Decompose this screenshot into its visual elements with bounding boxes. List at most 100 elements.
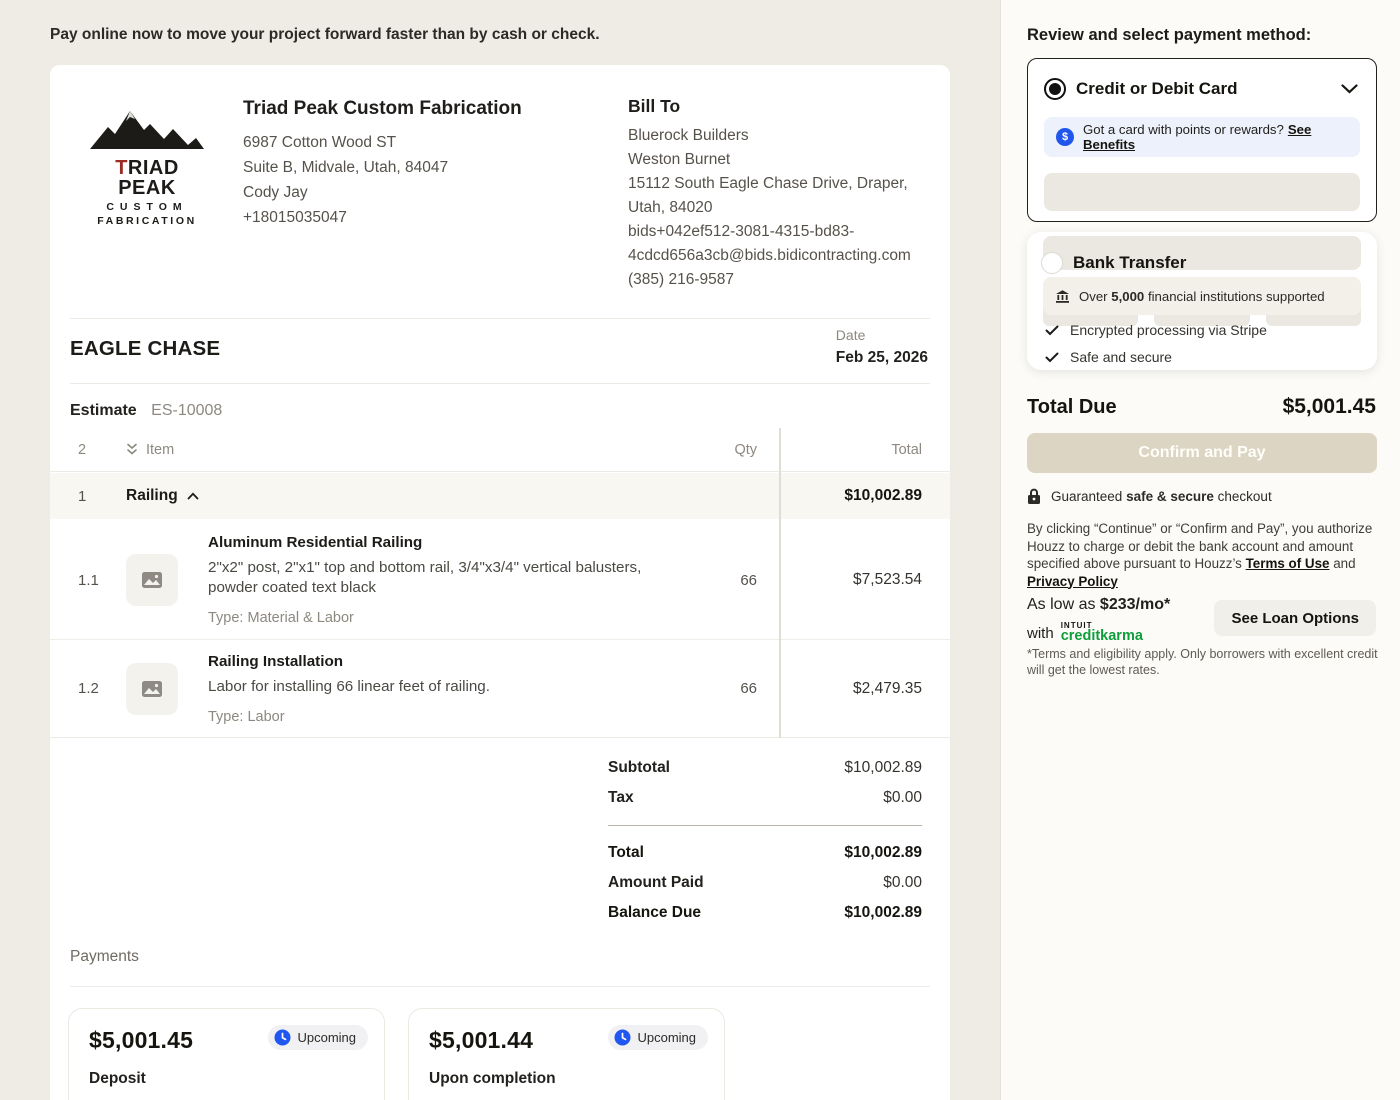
expand-all-icon[interactable]	[126, 443, 138, 456]
loan-brand-line: with INTUIT creditkarma	[1027, 620, 1143, 642]
bill-to-email: bids+042ef512-3081-4315-bd83-4cdcd656a3c…	[628, 220, 933, 268]
see-loan-options-button[interactable]: See Loan Options	[1214, 600, 1376, 636]
card-input-skeleton	[1044, 173, 1360, 211]
group-name: Railing	[126, 487, 178, 505]
item-type: Type: Material & Labor	[208, 610, 677, 626]
table-column-divider	[779, 428, 781, 738]
items-table-header: 2 Item Qty Total	[50, 428, 950, 472]
totals-divider	[608, 825, 922, 826]
bill-to-address: 15112 South Eagle Chase Drive, Draper, U…	[628, 172, 933, 220]
amount-paid-value: $0.00	[883, 874, 922, 892]
sidebar-heading: Review and select payment method:	[1027, 26, 1311, 45]
bank-transfer-label: Bank Transfer	[1073, 253, 1186, 273]
bank-info-banner: Over 5,000 financial institutions suppor…	[1043, 277, 1361, 315]
payment-card-deposit: $5,001.45 Upcoming Deposit	[68, 1008, 385, 1100]
estimate-number: ES-10008	[151, 402, 222, 419]
image-placeholder-icon	[141, 571, 163, 589]
company-info: Triad Peak Custom Fabrication 6987 Cotto…	[243, 98, 563, 230]
project-title: EAGLE CHASE	[70, 337, 220, 361]
lock-icon	[1027, 488, 1041, 505]
item-total: $2,479.35	[757, 680, 922, 698]
estimate-label: Estimate	[70, 402, 137, 419]
balance-due-label: Balance Due	[608, 904, 701, 922]
clock-icon	[614, 1029, 631, 1046]
privacy-policy-link[interactable]: Privacy Policy	[1027, 574, 1118, 589]
item-thumbnail	[126, 554, 178, 606]
checkmark-icon	[1045, 325, 1059, 336]
logo-subtitle-custom: CUSTOM	[85, 201, 209, 213]
item-qty: 66	[677, 572, 757, 589]
loan-offer-line: As low as $233/mo*	[1027, 596, 1170, 614]
item-description: 2"x2" post, 2"x1" top and bottom rail, 3…	[208, 558, 677, 598]
table-row: 1.1 Aluminum Residential Railing 2"x2" p…	[50, 521, 950, 640]
date-value: Feb 25, 2026	[836, 349, 928, 367]
company-phone: +18015035047	[243, 205, 563, 230]
total-due-label: Total Due	[1027, 396, 1117, 419]
confirm-and-pay-button[interactable]: Confirm and Pay	[1027, 433, 1377, 473]
bill-to-phone: (385) 216-9587	[628, 268, 933, 292]
status-badge: Upcoming	[268, 1025, 368, 1050]
tax-label: Tax	[608, 789, 634, 807]
invoice-date: Date Feb 25, 2026	[836, 327, 928, 367]
rewards-promo-banner: $ Got a card with points or rewards?See …	[1044, 117, 1360, 157]
bill-to-company: Bluerock Builders	[628, 124, 933, 148]
col-total-label: Total	[757, 442, 922, 458]
loan-amount: $233/mo*	[1100, 596, 1170, 613]
chevron-up-icon[interactable]	[187, 492, 199, 500]
status-text: Upcoming	[297, 1030, 356, 1045]
group-total: $10,002.89	[757, 487, 922, 505]
item-title: Railing Installation	[208, 653, 677, 670]
image-placeholder-icon	[141, 680, 163, 698]
date-label: Date	[836, 327, 928, 343]
item-title: Aluminum Residential Railing	[208, 534, 677, 551]
divider	[70, 318, 930, 319]
check-item-secure: Safe and secure	[1045, 349, 1172, 365]
subtotal-label: Subtotal	[608, 759, 670, 777]
payment-sidebar: Review and select payment method: Credit…	[1000, 0, 1400, 1100]
logo-wordmark: TRIAD PEAK	[85, 158, 209, 198]
item-total: $7,523.54	[757, 571, 922, 589]
payment-card-completion: $5,001.44 Upcoming Upon completion	[408, 1008, 725, 1100]
tax-value: $0.00	[883, 789, 922, 807]
company-logo: TRIAD PEAK CUSTOM FABRICATION	[85, 103, 209, 227]
status-text: Upcoming	[637, 1030, 696, 1045]
bill-to-name: Weston Burnet	[628, 148, 933, 172]
radio-bank-transfer[interactable]	[1041, 252, 1063, 274]
mountain-logo-icon	[88, 103, 206, 151]
bank-info-prefix: Over	[1079, 289, 1108, 304]
payment-label: Deposit	[89, 1070, 368, 1088]
payment-method-card-bank[interactable]: Bank Transfer Over 5,000 financial insti…	[1027, 232, 1377, 370]
invoice-totals: Subtotal$10,002.89 Tax$0.00 Total$10,002…	[608, 753, 922, 928]
payment-method-card-credit[interactable]: Credit or Debit Card $ Got a card with p…	[1027, 58, 1377, 222]
terms-of-use-link[interactable]: Terms of Use	[1246, 556, 1330, 571]
total-label: Total	[608, 844, 644, 862]
col-item-label: Item	[146, 442, 174, 458]
creditkarma-logo: INTUIT creditkarma	[1061, 620, 1143, 642]
credit-card-label: Credit or Debit Card	[1076, 79, 1238, 99]
company-address-line2: Suite B, Midvale, Utah, 84047	[243, 155, 563, 180]
bill-to-heading: Bill To	[628, 96, 933, 117]
radio-credit-card-selected[interactable]	[1044, 78, 1066, 100]
legal-text: By clicking “Continue” or “Confirm and P…	[1027, 520, 1379, 590]
bank-info-suffix: financial institutions supported	[1148, 289, 1325, 304]
item-qty: 66	[677, 680, 757, 697]
dollar-badge-icon: $	[1056, 128, 1074, 146]
col-qty-label: Qty	[677, 442, 757, 458]
bill-to-section: Bill To Bluerock Builders Weston Burnet …	[628, 96, 933, 292]
item-description: Labor for installing 66 linear feet of r…	[208, 677, 677, 697]
item-group-row[interactable]: 1 Railing $10,002.89	[50, 473, 950, 519]
promo-text: Got a card with points or rewards?	[1083, 122, 1284, 137]
chevron-down-icon[interactable]	[1341, 84, 1358, 94]
item-index: 1.2	[78, 680, 126, 697]
bank-icon	[1055, 289, 1070, 304]
secure-checkout-note: Guaranteed safe & secure checkout	[1027, 488, 1272, 505]
pay-online-banner: Pay online now to move your project forw…	[50, 26, 600, 44]
balance-due-value: $10,002.89	[844, 904, 922, 922]
clock-icon	[274, 1029, 291, 1046]
company-name: Triad Peak Custom Fabrication	[243, 98, 563, 120]
loan-footnote: *Terms and eligibility apply. Only borro…	[1027, 647, 1379, 678]
company-address-line1: 6987 Cotton Wood ST	[243, 130, 563, 155]
divider	[70, 986, 930, 987]
table-row: 1.2 Railing Installation Labor for insta…	[50, 640, 950, 738]
payment-label: Upon completion	[429, 1070, 708, 1088]
